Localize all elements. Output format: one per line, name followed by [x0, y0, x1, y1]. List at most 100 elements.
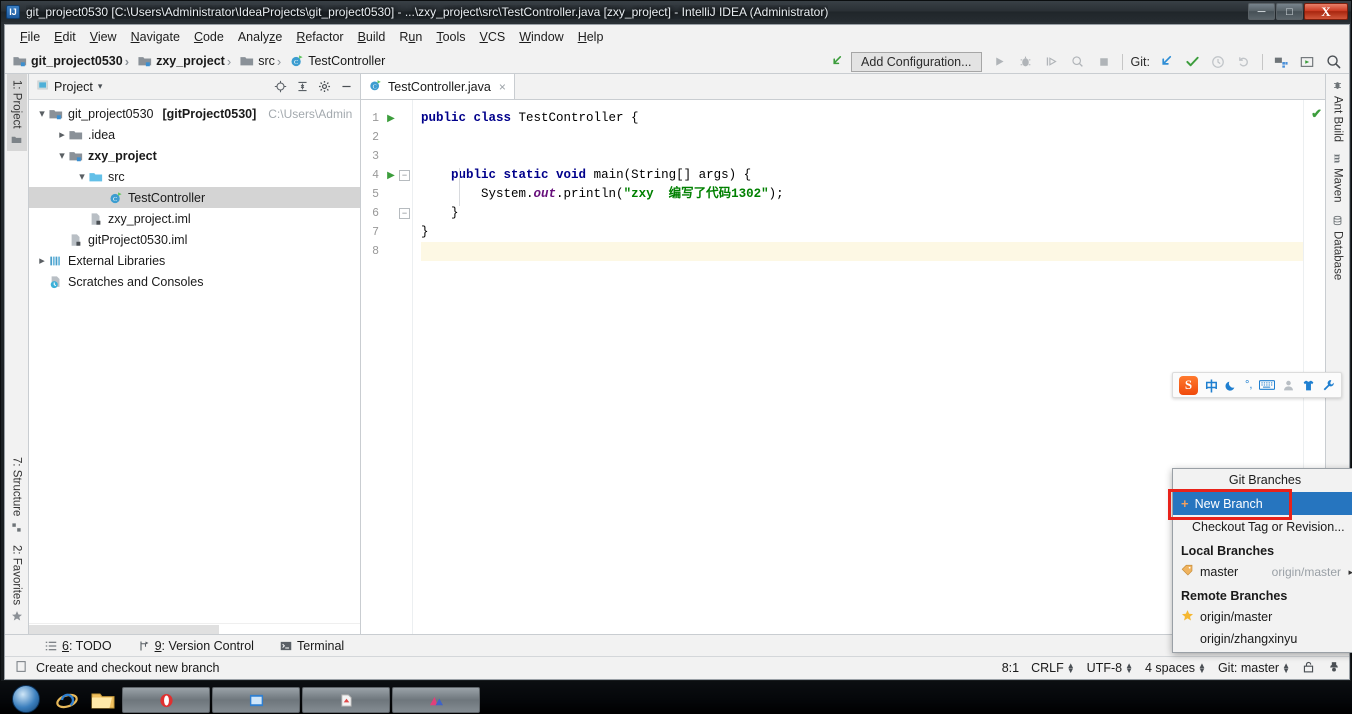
chevron-down-icon[interactable]: ▾: [35, 107, 49, 120]
close-icon[interactable]: ×: [499, 80, 506, 94]
chinese-mode-icon[interactable]: 中: [1205, 376, 1218, 395]
taskbar-window-editor[interactable]: [212, 687, 300, 713]
run-gutter-icon[interactable]: ▶: [384, 113, 398, 124]
project-panel-title-group[interactable]: Project ▾: [37, 79, 102, 94]
sidebar-item-project[interactable]: 1: Project: [6, 74, 27, 151]
code-line-1[interactable]: public class TestController {: [421, 109, 1303, 128]
scrollbar-thumb[interactable]: [29, 625, 219, 634]
stop-icon[interactable]: [1092, 51, 1116, 73]
tree-node-zxy-project[interactable]: ▾ zxy_project: [29, 145, 360, 166]
punctuation-icon[interactable]: °,: [1245, 379, 1252, 391]
chevron-down-icon[interactable]: ▾: [75, 170, 89, 183]
menu-item-build[interactable]: Build: [351, 27, 393, 47]
ie-icon[interactable]: [50, 686, 84, 714]
menu-item-file[interactable]: File: [13, 27, 47, 47]
tree-node-scratches-and-consoles[interactable]: Scratches and Consoles: [29, 271, 360, 292]
project-tree-hscrollbar[interactable]: [29, 623, 360, 634]
menu-item-navigate[interactable]: Navigate: [124, 27, 187, 47]
profile-icon[interactable]: [1066, 51, 1090, 73]
rollback-icon[interactable]: [1232, 51, 1256, 73]
remote-branch-origin-zhangxinyu[interactable]: origin/zhangxinyu: [1173, 628, 1352, 650]
menu-item-tools[interactable]: Tools: [429, 27, 472, 47]
breadcrumb-item-git-project0530[interactable]: git_project0530: [13, 54, 123, 68]
gutter-line-7[interactable]: 7: [361, 223, 412, 242]
taskbar-window-pdf[interactable]: [302, 687, 390, 713]
gutter-line-1[interactable]: 1 ▶: [361, 109, 412, 128]
run-with-coverage-icon[interactable]: [1040, 51, 1064, 73]
breadcrumb-item-src[interactable]: src: [225, 54, 275, 69]
history-icon[interactable]: [1206, 51, 1230, 73]
code-line-4[interactable]: public static void main(String[] args) {: [421, 166, 1303, 185]
chevron-right-icon[interactable]: ▸: [55, 128, 69, 141]
start-orb-icon[interactable]: [4, 684, 48, 714]
sogou-logo-icon[interactable]: S: [1179, 375, 1198, 395]
code-line-3[interactable]: [421, 147, 1303, 166]
menu-item-code[interactable]: Code: [187, 27, 231, 47]
run-icon[interactable]: [988, 51, 1012, 73]
menu-item-new-branch[interactable]: + New Branch: [1173, 492, 1352, 515]
editor-gutter[interactable]: 1 ▶ 2 3 4 ▶ −5 6−7 8: [361, 100, 413, 634]
inspection-status-icon[interactable]: ✔: [1311, 106, 1322, 122]
sidebar-item-database[interactable]: Database: [1328, 209, 1348, 286]
hide-panel-icon[interactable]: [336, 77, 356, 97]
back-arrow-icon[interactable]: [825, 51, 849, 73]
moon-icon[interactable]: [1225, 379, 1238, 392]
menu-item-view[interactable]: View: [83, 27, 124, 47]
fold-collapse-icon[interactable]: −: [399, 170, 410, 181]
tree-node--idea[interactable]: ▸ .idea: [29, 124, 360, 145]
keyboard-icon[interactable]: [1259, 379, 1276, 391]
maximize-button[interactable]: □: [1276, 3, 1303, 20]
code-line-8[interactable]: [421, 242, 1303, 261]
sidebar-item-favorites[interactable]: 2: Favorites: [7, 539, 27, 628]
gutter-line-8[interactable]: 8: [361, 242, 412, 261]
line-separator-selector[interactable]: CRLF ▲ ▼: [1031, 661, 1075, 675]
gutter-line-6[interactable]: 6−: [361, 204, 412, 223]
debug-icon[interactable]: [1014, 51, 1038, 73]
update-project-icon[interactable]: [1154, 51, 1178, 73]
submenu-arrow-icon[interactable]: ▸: [1348, 567, 1352, 578]
run-configuration-selector[interactable]: Add Configuration...: [851, 51, 982, 72]
tree-node-zxy-project-iml[interactable]: zxy_project.iml: [29, 208, 360, 229]
sidebar-item-structure[interactable]: 7: Structure: [7, 451, 27, 538]
tree-node-external-libraries[interactable]: ▸ External Libraries: [29, 250, 360, 271]
git-branch-widget[interactable]: Git: master ▲ ▼: [1218, 661, 1290, 675]
tree-node-src[interactable]: ▾ src: [29, 166, 360, 187]
gutter-line-4[interactable]: 4 ▶ −: [361, 166, 412, 185]
tree-node-gitproject0530-iml[interactable]: gitProject0530.iml: [29, 229, 360, 250]
run-gutter-icon[interactable]: ▶: [384, 170, 398, 181]
fold-collapse-icon[interactable]: −: [399, 208, 410, 219]
select-in-icon[interactable]: [1295, 51, 1319, 73]
editor-tab-testcontroller[interactable]: C TestController.java ×: [361, 74, 515, 99]
taskbar-window-app[interactable]: [392, 687, 480, 713]
tree-node-git-project0530[interactable]: ▾ git_project0530 [gitProject0530] C:\Users…: [29, 103, 360, 124]
breadcrumb-item-zxy-project[interactable]: zxy_project: [123, 54, 225, 69]
project-structure-icon[interactable]: [1269, 51, 1293, 73]
code-line-5[interactable]: System.out.println("zxy 编写了代码1302");: [421, 185, 1303, 204]
menu-item-analyze[interactable]: Analyze: [231, 27, 289, 47]
breadcrumb-item-testcontroller[interactable]: C TestController: [275, 54, 385, 69]
incognito-hat-icon[interactable]: [1327, 660, 1341, 677]
menu-item-checkout-tag-or-revision[interactable]: Checkout Tag or Revision...: [1173, 515, 1352, 538]
menu-item-vcs[interactable]: VCS: [473, 27, 513, 47]
locate-icon[interactable]: [270, 77, 290, 97]
tool-window-9-version-control[interactable]: 9: Version Control: [138, 639, 254, 653]
explorer-icon[interactable]: [86, 686, 120, 714]
chevron-right-icon[interactable]: ▸: [35, 254, 49, 267]
gutter-line-5[interactable]: 5: [361, 185, 412, 204]
taskbar-window-opera[interactable]: [122, 687, 210, 713]
caret-position[interactable]: 8:1: [1002, 661, 1019, 675]
close-button[interactable]: X: [1304, 3, 1348, 20]
chevron-down-icon[interactable]: ▾: [55, 149, 69, 162]
menu-item-edit[interactable]: Edit: [47, 27, 83, 47]
sidebar-item-ant-build[interactable]: Ant Build: [1328, 74, 1348, 148]
encoding-selector[interactable]: UTF-8 ▲ ▼: [1087, 661, 1133, 675]
gutter-line-3[interactable]: 3: [361, 147, 412, 166]
code-line-6[interactable]: }: [421, 204, 1303, 223]
local-branch-master[interactable]: master origin/master ▸: [1173, 561, 1352, 583]
tools-wrench-icon[interactable]: [1322, 379, 1335, 392]
lock-icon[interactable]: [1302, 660, 1315, 677]
minimize-button[interactable]: ─: [1248, 3, 1275, 20]
collapse-all-icon[interactable]: [292, 77, 312, 97]
menu-item-help[interactable]: Help: [571, 27, 611, 47]
skin-icon[interactable]: [1302, 379, 1315, 392]
